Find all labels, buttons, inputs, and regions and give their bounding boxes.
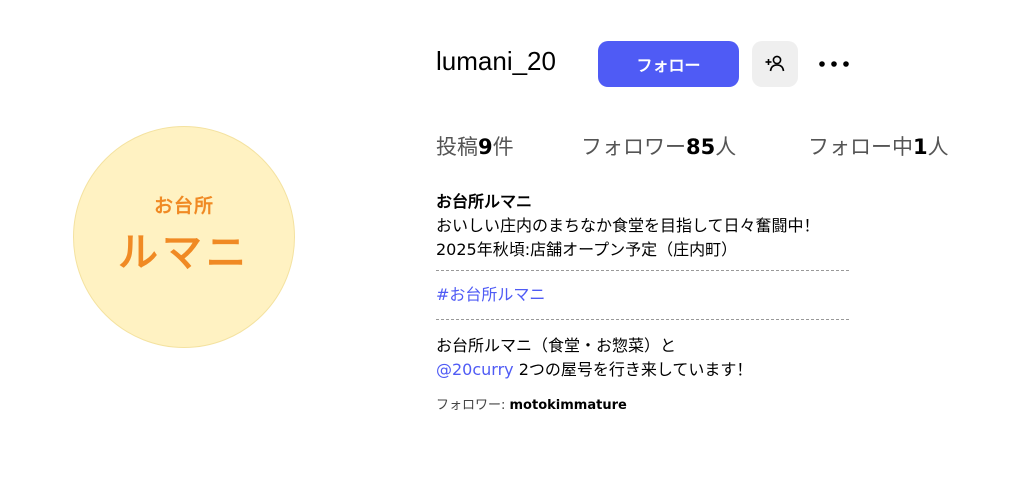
bio-line-4: @20curry 2つの屋号を行き来しています！ xyxy=(436,358,856,382)
followers-unit: 人 xyxy=(715,135,737,159)
more-options-button[interactable] xyxy=(814,50,854,78)
followed-by-user: motokimmature xyxy=(509,398,627,413)
person-add-icon xyxy=(765,55,785,72)
followed-by[interactable]: フォロワー: motokimmature xyxy=(436,396,856,416)
posts-label: 投稿 xyxy=(436,135,478,159)
bio-line-4-text: 2つの屋号を行き来しています！ xyxy=(513,360,753,379)
followed-by-label: フォロワー: xyxy=(436,398,510,413)
following-label: フォロー中 xyxy=(808,135,913,159)
bio-line-1: おいしい庄内のまちなか食堂を目指して日々奮闘中！ xyxy=(436,216,820,235)
bio-mention-link[interactable]: @20curry xyxy=(436,360,514,379)
follow-button[interactable]: フォロー xyxy=(598,41,739,87)
following-stat[interactable]: フォロー中1人 xyxy=(808,131,949,161)
bio-divider xyxy=(436,270,849,271)
username: lumani_20 xyxy=(436,46,556,76)
avatar-text-small: お台所 xyxy=(153,194,214,217)
bio-hashtag-link[interactable]: #お台所ルマニ xyxy=(436,283,856,307)
posts-unit: 件 xyxy=(492,135,514,159)
bio-line-3: お台所ルマニ（食堂・お惣菜）と xyxy=(436,336,677,355)
followers-stat[interactable]: フォロワー85人 xyxy=(581,131,736,161)
profile-page: お台所 ルマニ lumani_20 フォロー 投稿9件 フォロワー85人 フォロ… xyxy=(0,0,1024,495)
followers-label: フォロワー xyxy=(581,135,686,159)
more-horizontal-icon xyxy=(819,61,849,67)
avatar[interactable]: お台所 ルマニ xyxy=(73,126,295,348)
following-count: 1 xyxy=(913,135,928,159)
followers-count: 85 xyxy=(686,135,716,159)
avatar-text-big: ルマニ xyxy=(118,229,250,276)
bio: お台所ルマニ おいしい庄内のまちなか食堂を目指して日々奮闘中！ 2025年秋頃:… xyxy=(436,190,856,416)
bio-line-2: 2025年秋頃:店舗オープン予定（庄内町） xyxy=(436,240,738,259)
posts-count: 9 xyxy=(478,135,493,159)
suggest-people-button[interactable] xyxy=(752,41,798,87)
posts-stat: 投稿9件 xyxy=(436,131,514,161)
following-unit: 人 xyxy=(927,135,949,159)
bio-name: お台所ルマニ xyxy=(436,192,533,211)
bio-divider xyxy=(436,319,849,320)
